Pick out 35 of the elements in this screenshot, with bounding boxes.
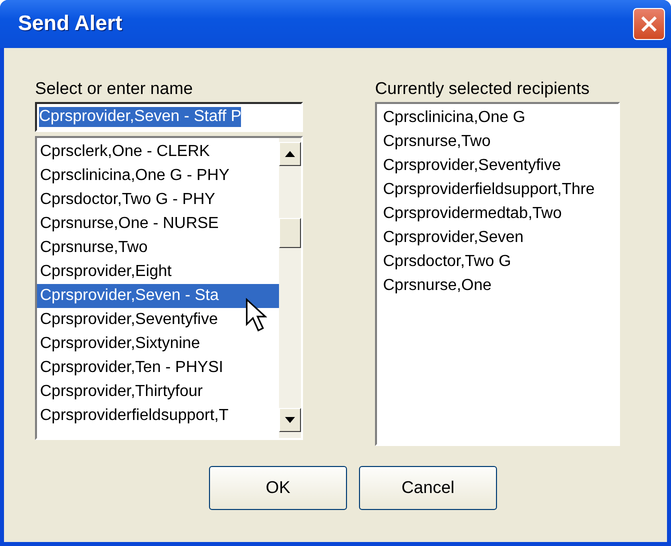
list-item[interactable]: Cprsprovider,Sixtynine xyxy=(37,332,279,356)
list-item[interactable]: Cprsnurse,Two xyxy=(381,130,618,154)
list-item[interactable]: Cprsprovider,Seventyfive xyxy=(37,308,279,332)
list-item[interactable]: Cprsdoctor,Two G xyxy=(381,250,618,274)
scroll-bar[interactable] xyxy=(279,138,301,438)
list-item[interactable]: Cprsprovider,Seven xyxy=(381,226,618,250)
list-item[interactable]: Cprsprovider,Eight xyxy=(37,260,279,284)
up-arrow-icon xyxy=(285,151,295,157)
field-label: Select or enter name xyxy=(35,78,194,100)
list-item[interactable]: Cprsproviderfieldsupport,T xyxy=(37,404,279,428)
ok-button[interactable]: OK xyxy=(209,466,347,510)
window-title: Send Alert xyxy=(18,12,122,36)
scroll-thumb[interactable] xyxy=(279,218,301,248)
cancel-button[interactable]: Cancel xyxy=(359,466,497,510)
list-item[interactable]: Cprsprovider,Ten - PHYSI xyxy=(37,356,279,380)
scroll-down-button[interactable] xyxy=(279,408,301,432)
pointer-cursor-icon xyxy=(245,298,267,332)
list-item[interactable]: Cprsnurse,Two xyxy=(37,236,279,260)
close-button[interactable] xyxy=(633,8,665,40)
list-item[interactable]: Cprsclinicina,One G xyxy=(381,106,618,130)
list-item[interactable]: Cprsclerk,One - CLERK xyxy=(37,140,279,164)
close-icon xyxy=(640,15,658,33)
list-item[interactable]: Cprsdoctor,Two G - PHY xyxy=(37,188,279,212)
list-item[interactable]: Cprsprovider,Thirtyfour xyxy=(37,380,279,404)
list-item[interactable]: Cprsprovider,Seventyfive xyxy=(381,154,618,178)
list-label: Currently selected recipients xyxy=(375,78,590,100)
down-arrow-icon xyxy=(285,417,295,423)
scroll-up-button[interactable] xyxy=(279,142,301,166)
list-item[interactable]: Cprsnurse,One xyxy=(381,274,618,298)
list-item[interactable]: Cprsnurse,One - NURSE xyxy=(37,212,279,236)
name-field[interactable]: Cprsprovider,Seven - Staff P xyxy=(35,102,303,132)
list-item[interactable]: Cprsprovidermedtab,Two xyxy=(381,202,618,226)
list-item[interactable]: Cprsprovider,Seven - Sta xyxy=(37,284,279,308)
list-item[interactable]: Cprsproviderfieldsupport,Thre xyxy=(381,178,618,202)
list-item[interactable]: Cprsclinicina,One G - PHY xyxy=(37,164,279,188)
